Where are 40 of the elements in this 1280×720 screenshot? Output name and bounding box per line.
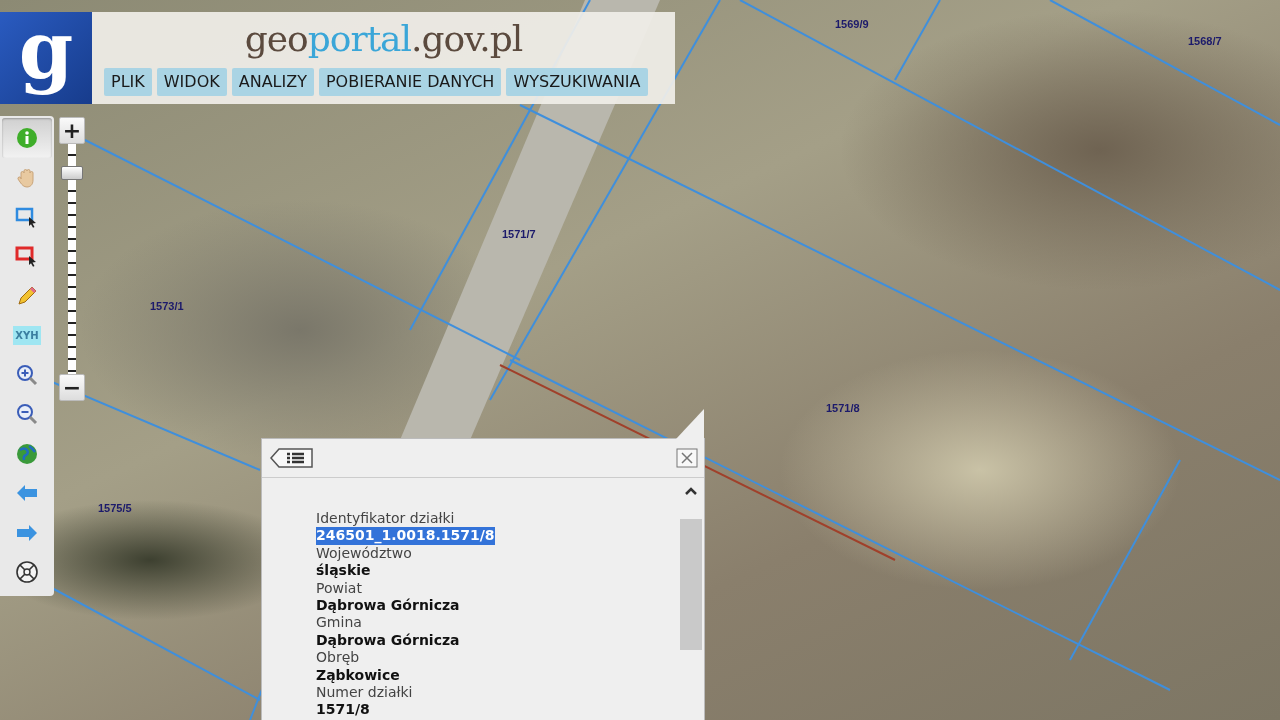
crosshair-circle-icon bbox=[15, 560, 39, 585]
menu-button[interactable]: ANALIZY bbox=[231, 68, 314, 96]
field-label: Powiat bbox=[316, 579, 363, 598]
field-value: Dąbrowa Górnicza bbox=[316, 631, 460, 650]
info-icon bbox=[15, 125, 39, 150]
zoom-out-button[interactable]: − bbox=[59, 374, 85, 401]
field-value: Ząbkowice bbox=[316, 666, 400, 685]
field-label: Identyfikator działki bbox=[316, 510, 456, 528]
field-value: 1571/8 bbox=[316, 701, 370, 719]
zoom-in-button[interactable]: + bbox=[59, 117, 85, 144]
close-icon bbox=[676, 448, 698, 468]
site-title: geoportal.gov.pl bbox=[244, 17, 523, 61]
field-value: 246501_1.0018.1571/8 bbox=[316, 527, 495, 545]
menu-button[interactable]: PLIK bbox=[104, 68, 152, 96]
parcel-label: 1569/9 bbox=[835, 18, 869, 30]
back-list-icon bbox=[270, 448, 314, 468]
globe-icon bbox=[15, 441, 39, 466]
zoom-in-icon bbox=[15, 362, 39, 387]
zoom-slider-thumb[interactable] bbox=[61, 165, 83, 180]
field-label: Numer działki bbox=[316, 684, 414, 702]
menu-button[interactable]: WIDOK bbox=[156, 68, 227, 96]
close-button[interactable] bbox=[676, 448, 698, 468]
info-tool-button[interactable] bbox=[2, 118, 52, 158]
parcel-label: 1568/7 bbox=[1188, 35, 1222, 47]
field-label: Województwo bbox=[316, 544, 413, 563]
list-back-button[interactable] bbox=[270, 448, 314, 468]
field-value: śląskie bbox=[316, 562, 371, 580]
field-label: Obręb bbox=[316, 649, 361, 667]
zoom-out-icon bbox=[15, 402, 39, 427]
scroll-up-icon[interactable] bbox=[684, 486, 698, 496]
menu-button[interactable]: POBIERANIE DANYCH bbox=[318, 68, 502, 96]
scrollbar-thumb[interactable] bbox=[680, 519, 702, 650]
field-label: Gmina bbox=[316, 614, 363, 632]
logo[interactable]: g bbox=[0, 12, 92, 104]
field-value: Dąbrowa Górnicza bbox=[316, 597, 460, 615]
parcel-label: 1573/1 bbox=[150, 300, 184, 312]
parcel-label: 1571/8 bbox=[826, 402, 860, 414]
parcel-label: 1575/5 bbox=[98, 502, 132, 514]
menu-button[interactable]: WYSZUKIWANIA bbox=[506, 68, 648, 96]
parcel-label: 1571/7 bbox=[502, 228, 536, 240]
